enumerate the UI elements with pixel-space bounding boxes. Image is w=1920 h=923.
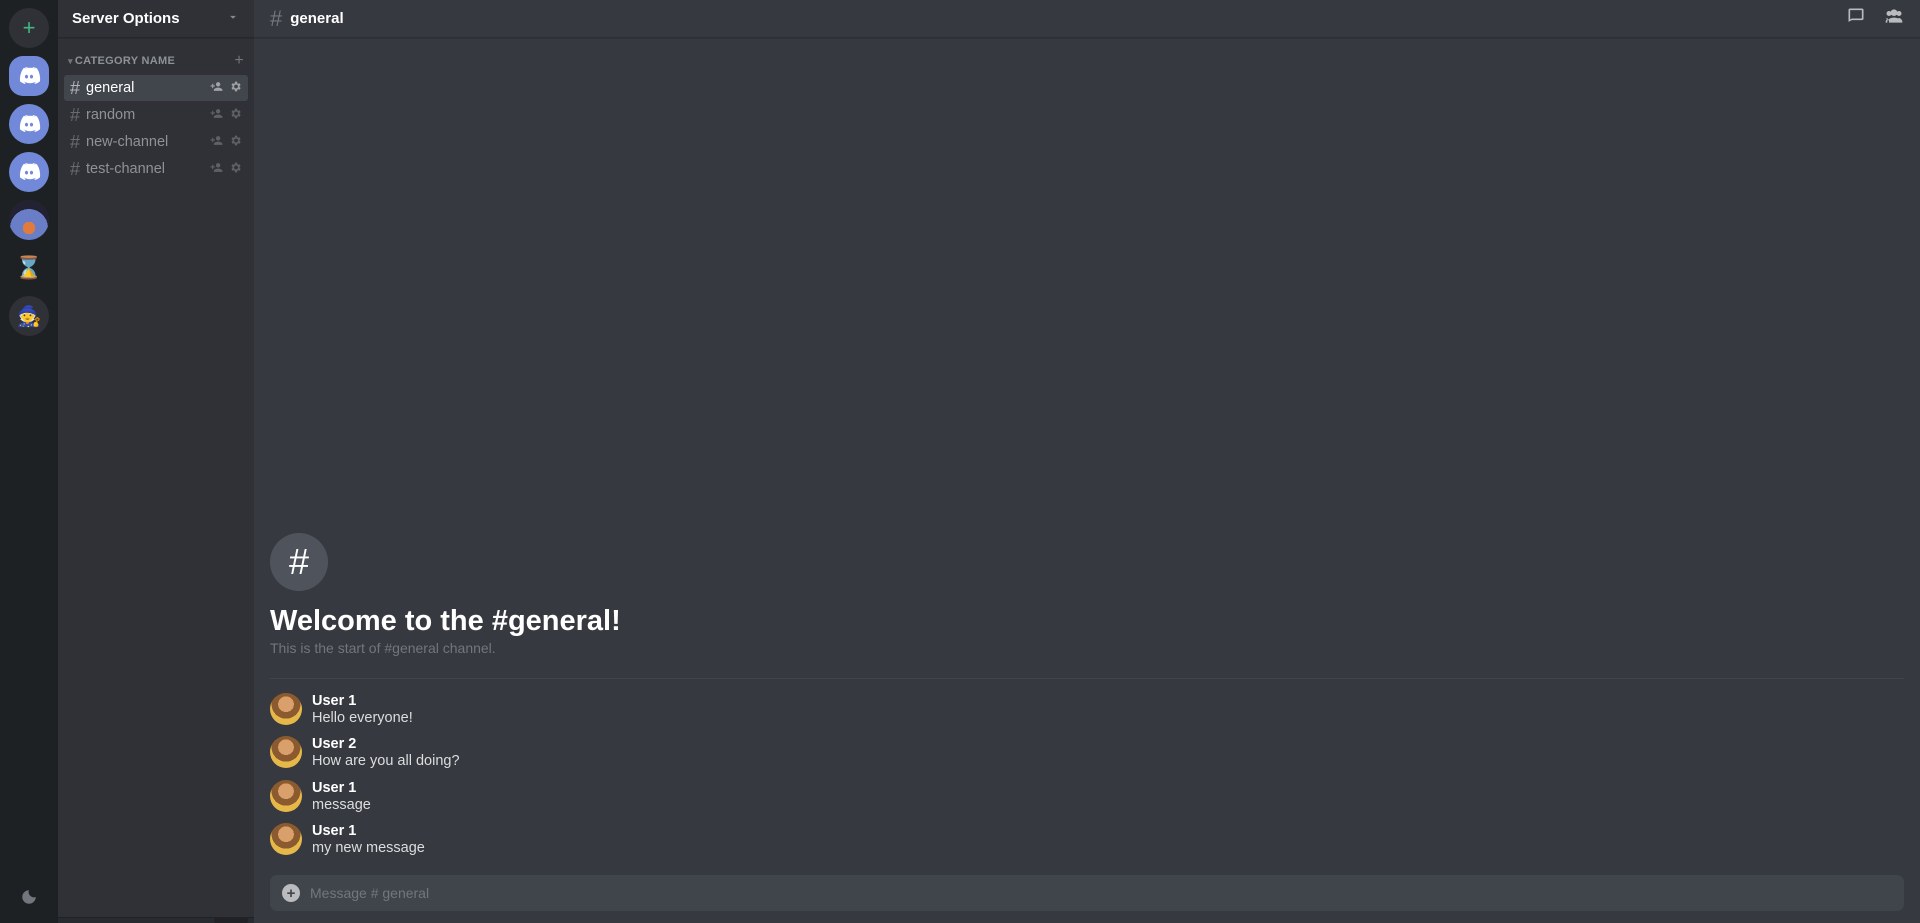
chevron-down-icon	[226, 10, 240, 28]
members-button[interactable]	[1884, 6, 1904, 31]
hash-icon: #	[270, 6, 282, 32]
gear-icon	[229, 134, 242, 147]
channel-sidebar: Server Options ▾ CATEGORY NAME + # genera…	[58, 0, 254, 923]
add-server-button[interactable]: +	[9, 8, 49, 48]
channel-item-general[interactable]: # general	[64, 75, 248, 101]
message-row: User 1Hello everyone!	[270, 689, 1904, 733]
message-username[interactable]: User 1	[312, 693, 413, 709]
gear-icon	[229, 161, 242, 174]
guild-item-4[interactable]	[9, 200, 49, 240]
hash-icon: #	[70, 78, 80, 99]
chevron-down-icon: ▾	[68, 56, 73, 67]
hash-icon: #	[70, 105, 80, 126]
invite-button[interactable]	[210, 161, 223, 177]
message-row: User 1my new message	[270, 819, 1904, 863]
message-text: Hello everyone!	[312, 709, 413, 729]
moon-icon	[20, 888, 38, 906]
guild-item-1[interactable]	[9, 56, 49, 96]
inbox-button[interactable]	[1846, 6, 1866, 31]
message-text: my new message	[312, 839, 425, 859]
theme-toggle-button[interactable]	[20, 888, 38, 923]
channel-settings-button[interactable]	[229, 161, 242, 177]
server-options-dropdown[interactable]: Server Options	[58, 0, 254, 38]
hash-icon: #	[70, 132, 80, 153]
channel-settings-button[interactable]	[229, 80, 242, 96]
gear-icon	[229, 80, 242, 93]
message-username[interactable]: User 1	[312, 780, 371, 796]
channel-name-label: test-channel	[86, 161, 210, 177]
discord-icon	[17, 64, 41, 88]
message-row: User 1message	[270, 776, 1904, 820]
chat-area: # general # Welcome to the #general! Thi…	[254, 0, 1920, 923]
message-scroller[interactable]: # Welcome to the #general! This is the s…	[254, 38, 1920, 863]
gear-icon	[229, 107, 242, 120]
channel-title: general	[290, 10, 343, 27]
message-text: How are you all doing?	[312, 752, 460, 772]
guild-list: + ⌛ 🧙	[0, 0, 58, 923]
person-add-icon	[210, 80, 223, 93]
discord-icon	[17, 160, 41, 184]
inbox-icon	[1846, 6, 1866, 26]
create-channel-button[interactable]: +	[234, 52, 244, 70]
message-row: User 2How are you all doing?	[270, 732, 1904, 776]
invite-button[interactable]	[210, 134, 223, 150]
channel-item-random[interactable]: # random	[64, 102, 248, 128]
person-add-icon	[210, 134, 223, 147]
person-add-icon	[210, 161, 223, 174]
hash-icon: #	[70, 159, 80, 180]
channel-settings-button[interactable]	[229, 134, 242, 150]
avatar[interactable]	[270, 780, 302, 812]
sidebar-footer	[58, 917, 254, 923]
channel-item-new-channel[interactable]: # new-channel	[64, 129, 248, 155]
avatar[interactable]	[270, 736, 302, 768]
discord-icon	[17, 112, 41, 136]
message-username[interactable]: User 1	[312, 823, 425, 839]
welcome-subtitle: This is the start of #general channel.	[270, 640, 1904, 656]
invite-button[interactable]	[210, 107, 223, 123]
welcome-title: Welcome to the #general!	[270, 605, 1904, 638]
guild-item-6[interactable]: 🧙	[9, 296, 49, 336]
message-composer: +	[270, 875, 1904, 911]
message-input[interactable]	[310, 885, 1892, 901]
server-name-label: Server Options	[72, 10, 180, 27]
channel-name-label: random	[86, 107, 210, 123]
members-icon	[1884, 6, 1904, 26]
guild-item-5[interactable]: ⌛	[9, 248, 49, 288]
message-username[interactable]: User 2	[312, 736, 460, 752]
category-label: CATEGORY NAME	[75, 55, 175, 67]
avatar[interactable]	[270, 693, 302, 725]
channel-item-test-channel[interactable]: # test-channel	[64, 156, 248, 182]
channel-name-label: new-channel	[86, 134, 210, 150]
invite-button[interactable]	[210, 80, 223, 96]
hash-icon: #	[270, 533, 328, 591]
guild-item-3[interactable]	[9, 152, 49, 192]
message-text: message	[312, 796, 371, 816]
channel-category[interactable]: ▾ CATEGORY NAME +	[58, 38, 254, 74]
avatar[interactable]	[270, 823, 302, 855]
chat-header: # general	[254, 0, 1920, 38]
channel-settings-button[interactable]	[229, 107, 242, 123]
divider	[270, 678, 1904, 679]
person-add-icon	[210, 107, 223, 120]
channel-name-label: general	[86, 80, 210, 96]
guild-item-2[interactable]	[9, 104, 49, 144]
welcome-block: # Welcome to the #general! This is the s…	[270, 513, 1904, 656]
attach-button[interactable]: +	[282, 884, 300, 902]
